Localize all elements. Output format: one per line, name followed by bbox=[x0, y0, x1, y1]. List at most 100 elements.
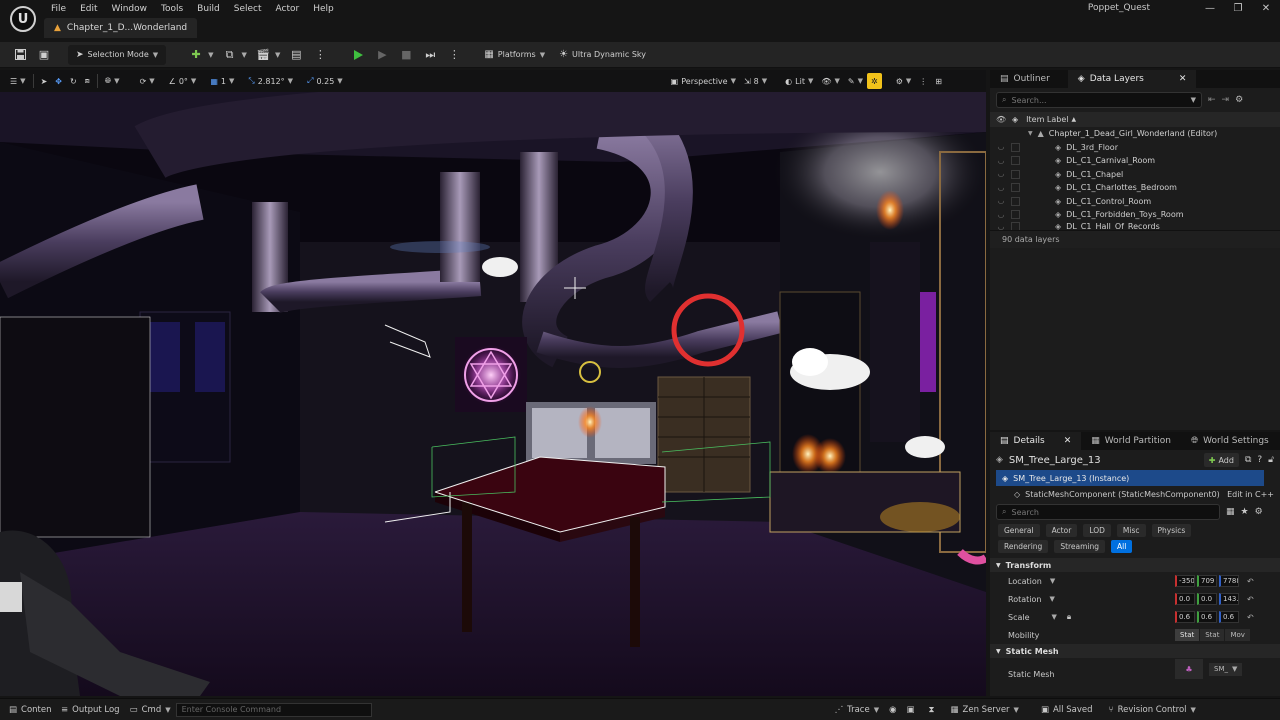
perspective-dropdown[interactable]: ▣ Perspective ▼ bbox=[667, 72, 740, 90]
static-mesh-section-header[interactable]: ▼ Static Mesh bbox=[990, 644, 1280, 658]
list-item[interactable]: ◡ ◈ DL_C1_Charlottes_Bedroom bbox=[990, 181, 1280, 195]
tree-root-item[interactable]: ▼ ▲ Chapter_1_Dead_Girl_Wonderland (Edit… bbox=[990, 127, 1280, 141]
menu-help[interactable]: Help bbox=[306, 2, 341, 16]
location-x-field[interactable]: -350 bbox=[1175, 575, 1195, 587]
surface-snap-button[interactable]: ⟳ ▼ bbox=[136, 72, 159, 90]
scale-snap-button[interactable]: ▦ 1 ▼ bbox=[206, 72, 238, 90]
highlight-toggle[interactable]: ✲ bbox=[867, 73, 882, 89]
viewport-scene[interactable] bbox=[0, 92, 986, 696]
filter-actor[interactable]: Actor bbox=[1045, 523, 1078, 537]
viewport-options-button[interactable]: ⋮ bbox=[915, 72, 931, 90]
lock-icon[interactable]: 🔒︎ bbox=[1067, 612, 1071, 622]
rotation-snap-button[interactable]: ∠ 0° ▼ bbox=[165, 72, 201, 90]
scale-tool-button[interactable]: ⧈ bbox=[81, 72, 94, 90]
menu-build[interactable]: Build bbox=[190, 2, 227, 16]
location-dropdown[interactable]: Location ▼ bbox=[990, 577, 1150, 586]
revision-control-dropdown[interactable]: ⑂ Revision Control ▼ bbox=[1103, 701, 1200, 719]
reset-icon[interactable]: ↶ bbox=[1247, 595, 1254, 604]
output-log-button[interactable]: ≡ Output Log bbox=[56, 701, 125, 719]
menu-select[interactable]: Select bbox=[227, 2, 269, 16]
rotation-x-field[interactable]: 0.0 bbox=[1175, 593, 1195, 605]
scale-y-field[interactable]: 0.6 bbox=[1197, 611, 1217, 623]
edit-cpp-link[interactable]: Edit in C++ bbox=[1227, 490, 1274, 499]
actor-name[interactable]: SM_Tree_Large_13 bbox=[1009, 455, 1101, 466]
star-icon[interactable]: ★ bbox=[1241, 507, 1249, 517]
checkbox[interactable] bbox=[1011, 142, 1020, 152]
show-flags-dropdown[interactable]: 👁︎ ▼ bbox=[817, 72, 844, 90]
close-icon[interactable]: ✕ bbox=[1179, 74, 1187, 84]
eye-icon[interactable]: 👁︎ bbox=[996, 115, 1006, 125]
minimize-button[interactable]: — bbox=[1196, 2, 1224, 16]
more-options-button[interactable]: ⋮ bbox=[308, 45, 332, 65]
filter-all[interactable]: All bbox=[1111, 539, 1133, 553]
filter-misc[interactable]: Misc bbox=[1116, 523, 1146, 537]
outliner-search-input[interactable]: ⌕ Search... ▼ bbox=[996, 92, 1202, 108]
details-search-input[interactable]: ⌕ Search bbox=[996, 504, 1220, 520]
rotate-tool-button[interactable]: ↻ bbox=[66, 72, 81, 90]
checkbox[interactable] bbox=[1011, 183, 1020, 193]
static-mesh-picker[interactable]: SM_ ▼ bbox=[1209, 662, 1243, 676]
table-view-icon[interactable]: ▦ bbox=[1226, 507, 1235, 517]
gear-icon[interactable]: ⚙ bbox=[1235, 95, 1243, 105]
menu-edit[interactable]: Edit bbox=[73, 2, 104, 16]
checkbox[interactable] bbox=[1011, 156, 1020, 166]
rotation-z-field[interactable]: 143. bbox=[1219, 593, 1239, 605]
rotation-y-field[interactable]: 0.0 bbox=[1197, 593, 1217, 605]
mobility-stationary[interactable]: Stat bbox=[1200, 629, 1225, 641]
fov-dropdown[interactable]: ⇲ 8 ▼ bbox=[740, 72, 771, 90]
save-button[interactable] bbox=[8, 45, 32, 65]
scale-z-field[interactable]: 0.6 bbox=[1219, 611, 1239, 623]
mobility-static[interactable]: Stat bbox=[1175, 629, 1200, 641]
close-icon[interactable]: ✕ bbox=[1064, 436, 1072, 446]
add-actor-button[interactable]: ✚ ▼ bbox=[184, 45, 217, 65]
filter-rendering[interactable]: Rendering bbox=[998, 539, 1049, 553]
instance-row[interactable]: ◈ SM_Tree_Large_13 (Instance) bbox=[996, 470, 1264, 486]
level-button[interactable]: ▤ bbox=[284, 45, 308, 65]
maximize-button[interactable]: ❐ bbox=[1224, 2, 1252, 16]
visibility-icon[interactable]: ◡ bbox=[996, 196, 1006, 206]
grid-size-button[interactable]: ⤢ 0.25 ▼ bbox=[303, 72, 347, 90]
list-item[interactable]: ◡ ◈ DL_C1_Carnival_Room bbox=[990, 154, 1280, 168]
lock-icon[interactable]: 🔓︎ bbox=[1268, 455, 1274, 465]
component-row[interactable]: ◇ StaticMeshComponent (StaticMeshCompone… bbox=[990, 486, 1280, 502]
scale-x-field[interactable]: 0.6 bbox=[1175, 611, 1195, 623]
close-button[interactable]: ✕ bbox=[1252, 2, 1280, 16]
camera-speed-button[interactable]: ⤡ 2.812° ▼ bbox=[244, 72, 297, 90]
world-local-button[interactable]: 🌐︎ ▼ bbox=[101, 72, 124, 90]
filter-physics[interactable]: Physics bbox=[1151, 523, 1192, 537]
add-component-button[interactable]: ✚ Add bbox=[1203, 453, 1239, 467]
zen-server-dropdown[interactable]: ▦ Zen Server ▼ bbox=[946, 701, 1024, 719]
viewport-menu-button[interactable]: ☰ ▼ bbox=[6, 72, 30, 90]
level-document-tab[interactable]: ▲ Chapter_1_D...Wonderland bbox=[44, 18, 198, 38]
expand-icon[interactable]: ⇥ bbox=[1222, 95, 1230, 105]
lit-dropdown[interactable]: ◐ Lit ▼ bbox=[781, 72, 817, 90]
list-item[interactable]: ◡ ◈ DL_C1_Chapel bbox=[990, 168, 1280, 182]
checkbox[interactable] bbox=[1011, 210, 1020, 220]
all-saved-button[interactable]: ▣ All Saved bbox=[1036, 701, 1098, 719]
blueprint-icon[interactable]: ⧉ bbox=[1245, 455, 1251, 465]
realtime-dropdown[interactable]: ✎ ▼ bbox=[844, 72, 867, 90]
stop-button[interactable]: ■ bbox=[394, 45, 418, 65]
gear-icon[interactable]: ⚙ bbox=[1255, 507, 1263, 517]
cinematics-button[interactable]: 🎬︎ ▼ bbox=[251, 45, 284, 65]
location-z-field[interactable]: 7788 bbox=[1219, 575, 1239, 587]
reset-icon[interactable]: ↶ bbox=[1247, 613, 1254, 622]
filter-streaming[interactable]: Streaming bbox=[1054, 539, 1106, 553]
visibility-icon[interactable]: ◡ bbox=[996, 142, 1006, 152]
list-item[interactable]: ◡ ◈ DL_3rd_Floor bbox=[990, 141, 1280, 155]
record-button[interactable]: ◉ bbox=[884, 701, 901, 719]
translate-tool-button[interactable]: ✥ bbox=[51, 72, 66, 90]
unreal-logo-icon[interactable]: U bbox=[10, 6, 36, 32]
launch-button[interactable]: ⏭︎ bbox=[418, 45, 442, 65]
tab-outliner[interactable]: ▤ Outliner bbox=[990, 70, 1060, 88]
viewport-settings-button[interactable]: ⚙ ▼ bbox=[892, 72, 916, 90]
console-command-input[interactable]: Enter Console Command bbox=[175, 702, 372, 717]
location-y-field[interactable]: 709 bbox=[1197, 575, 1217, 587]
item-label-header[interactable]: Item Label bbox=[1026, 115, 1068, 124]
list-item[interactable]: ◡ ◈ DL_C1_Forbidden_Toys_Room bbox=[990, 208, 1280, 222]
visibility-icon[interactable]: ◡ bbox=[996, 222, 1006, 230]
mesh-thumbnail[interactable]: ♣ bbox=[1175, 659, 1203, 679]
reset-icon[interactable]: ↶ bbox=[1247, 577, 1254, 586]
checkbox[interactable] bbox=[1011, 221, 1020, 230]
menu-actor[interactable]: Actor bbox=[269, 2, 307, 16]
